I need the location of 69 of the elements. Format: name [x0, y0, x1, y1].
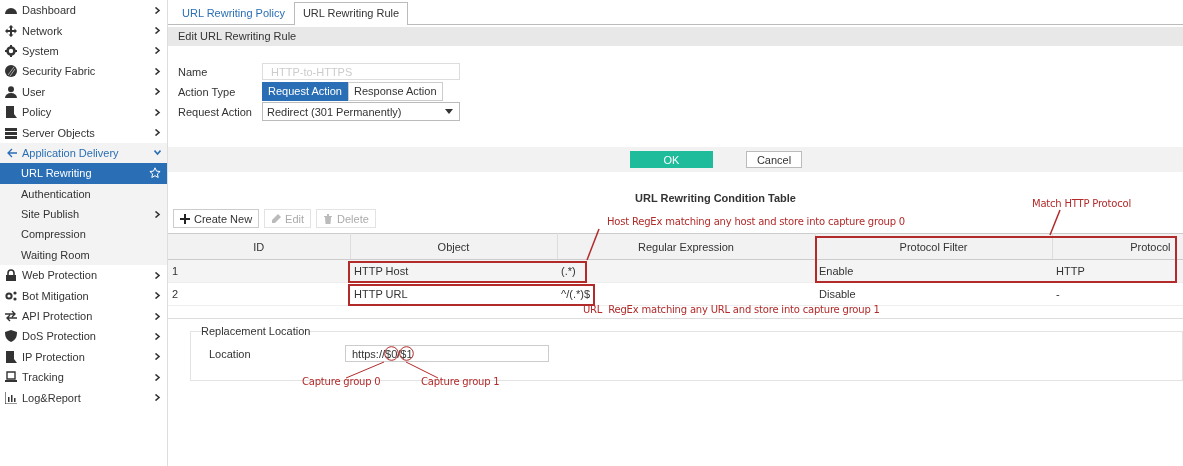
sidebar-item[interactable]: Tracking [0, 367, 167, 388]
create-button[interactable]: Create New [173, 209, 260, 228]
pencil-icon [271, 213, 282, 224]
toggle-option[interactable]: Response Action [348, 82, 443, 101]
sidebar-item[interactable]: User [0, 81, 167, 102]
laptop-icon [5, 371, 17, 384]
sidebar-item[interactable]: Security Fabric [0, 61, 167, 82]
dropdown-caret-icon [445, 109, 453, 114]
sidebar-item[interactable]: Dashboard [0, 0, 167, 21]
leader-line [586, 228, 600, 261]
field-label: Request Action [178, 104, 252, 120]
user-icon [5, 85, 17, 98]
lock-icon [5, 269, 17, 282]
sidebar-item[interactable]: API Protection [0, 305, 167, 327]
table-cell: Disable [815, 282, 1052, 306]
column-header[interactable]: Regular Expression [557, 233, 815, 260]
sidebar-item[interactable]: Authentication [0, 183, 167, 204]
sidebar-item[interactable]: Log&Report [0, 387, 167, 408]
field-label: Location [209, 347, 252, 360]
annotation-text: Capture group 1 [421, 376, 500, 387]
leader-line [345, 361, 385, 379]
leader-line [1049, 209, 1061, 236]
panel-legend: Replacement Location [201, 325, 311, 337]
server-icon [5, 126, 17, 139]
table-cell: 2 [168, 282, 350, 306]
sidebar-item[interactable]: IP Protection [0, 346, 167, 368]
section-header: Edit URL Rewriting Rule [168, 27, 1183, 46]
annotation-text: Match HTTP Protocol [1032, 198, 1131, 209]
sidebar-item[interactable]: Application Delivery [0, 142, 167, 164]
field-label: Action Type [178, 84, 236, 100]
column-header[interactable]: Protocol Filter [815, 233, 1052, 260]
trash-icon [323, 213, 334, 224]
sidebar-item[interactable]: Waiting Room [0, 244, 167, 266]
cancel-button[interactable]: Cancel [746, 151, 802, 168]
table-cell: ^/(.*)$ [557, 282, 815, 306]
table-cell: HTTP URL [350, 282, 557, 306]
sidebar-item[interactable]: Network [0, 20, 167, 41]
table-title: URL Rewriting Condition Table [635, 192, 796, 204]
bar-chart-icon [5, 391, 17, 404]
gear-icon [5, 44, 17, 57]
star-icon [149, 167, 161, 180]
sidebar-item[interactable]: System [0, 40, 167, 62]
tab[interactable]: URL Rewriting Policy [173, 2, 294, 25]
annotation-text: Host RegEx matching any host and store into capture group 0 [607, 216, 905, 227]
sidebar-item[interactable]: Policy [0, 101, 167, 123]
column-header[interactable]: ID [168, 233, 350, 260]
sidebar-item[interactable]: Compression [0, 224, 167, 245]
sidebar-item[interactable]: DoS Protection [0, 326, 167, 347]
sidebar-item[interactable]: Web Protection [0, 265, 167, 286]
plus-icon [180, 213, 190, 224]
request-action-dropdown[interactable]: Redirect (301 Permanently) [262, 102, 460, 121]
striped-circle-icon [5, 65, 17, 78]
sidebar-item[interactable]: URL Rewriting [0, 163, 167, 184]
table-cell: 1 [168, 259, 350, 283]
toggle-option[interactable]: Request Action [262, 82, 348, 101]
tab[interactable]: URL Rewriting Rule [293, 2, 409, 25]
shield-icon [5, 330, 17, 343]
move-icon [5, 24, 17, 37]
swap-arrows-icon [5, 310, 17, 323]
arrow-left-icon [5, 146, 17, 159]
sidebar-item[interactable]: Bot Mitigation [0, 285, 167, 306]
table-cell: - [1052, 282, 1183, 306]
sidebar-item[interactable]: Site Publish [0, 203, 167, 225]
column-header[interactable]: Protocol [1052, 233, 1183, 260]
sidebar-item[interactable]: Server Objects [0, 122, 167, 143]
leader-line [405, 361, 439, 379]
field-label: Name [178, 64, 208, 80]
column-header[interactable]: Object [350, 233, 557, 260]
annotation-text: Capture group 0 [302, 376, 381, 387]
